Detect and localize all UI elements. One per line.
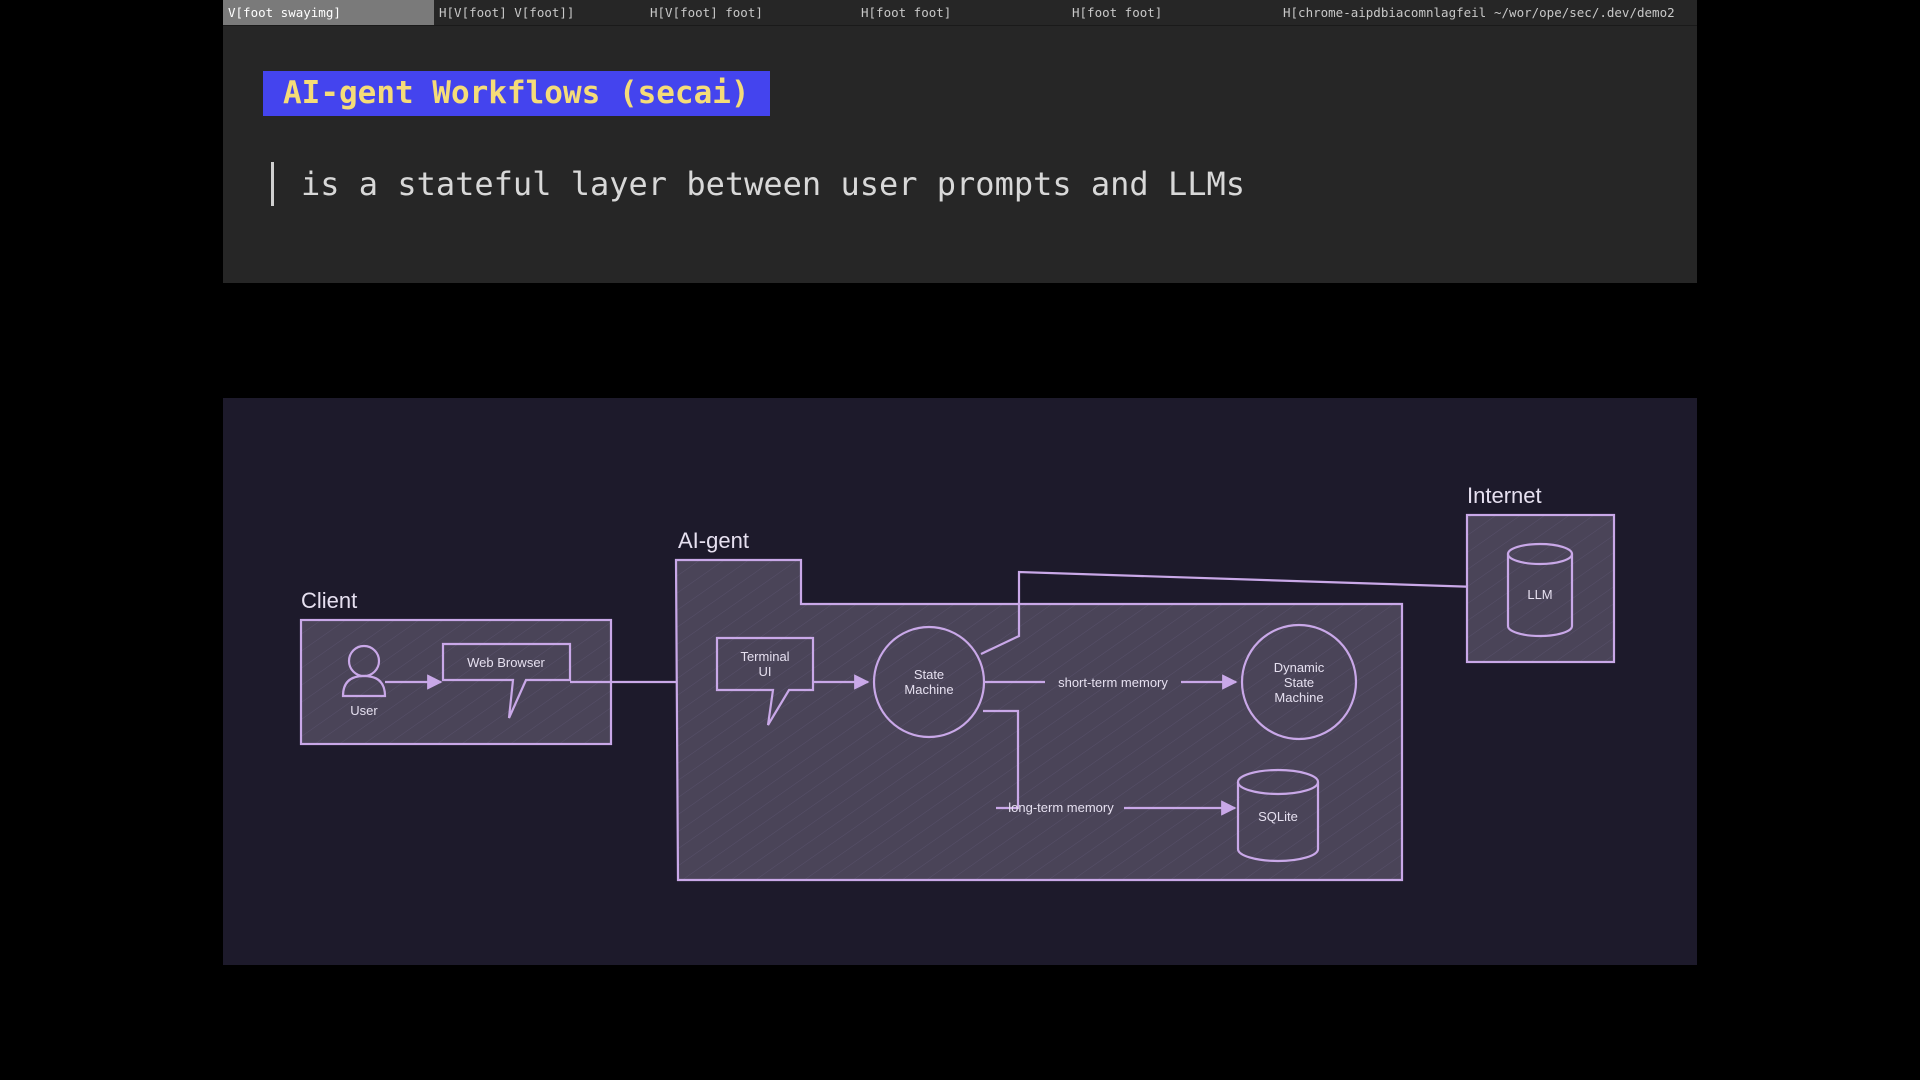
slide-title: AI-gent Workflows (secai) — [263, 71, 770, 116]
aigent-group-label: AI-gent — [678, 528, 749, 553]
state-machine-label-1: State — [914, 667, 944, 682]
tab-vfoot-vfoot[interactable]: H[V[foot] V[foot]] — [434, 0, 645, 25]
terminal-ui-label-2: UI — [759, 664, 772, 679]
dynamic-label-3: Machine — [1274, 690, 1323, 705]
terminal-ui-label-1: Terminal — [740, 649, 789, 664]
tab-foot-foot-1[interactable]: H[foot foot] — [856, 0, 1067, 25]
llm-label: LLM — [1527, 587, 1552, 602]
web-browser-label: Web Browser — [467, 655, 545, 670]
tab-bar: V[foot swayimg] H[V[foot] V[foot]] H[V[f… — [223, 0, 1697, 26]
tab-chrome[interactable]: H[chrome-aipdbiacomnlagfeil — [1278, 0, 1489, 25]
state-machine-label-2: Machine — [904, 682, 953, 697]
short-term-memory-label: short-term memory — [1058, 675, 1168, 690]
aigent-group-fill — [676, 560, 1402, 880]
tab-working-dir[interactable]: ~/wor/ope/sec/.dev/demo2 — [1489, 0, 1697, 25]
tab-foot-swayimg[interactable]: V[foot swayimg] — [223, 0, 434, 25]
internet-group-label: Internet — [1467, 483, 1542, 508]
tab-vfoot-foot[interactable]: H[V[foot] foot] — [645, 0, 856, 25]
long-term-memory-label: long-term memory — [1008, 800, 1114, 815]
sqlite-label: SQLite — [1258, 809, 1298, 824]
dynamic-label-1: Dynamic — [1274, 660, 1325, 675]
client-group-label: Client — [301, 588, 357, 613]
user-label: User — [350, 703, 378, 718]
tab-foot-foot-2[interactable]: H[foot foot] — [1067, 0, 1278, 25]
diagram-svg: Client User Web Browser AI-gent Terminal… — [299, 483, 1616, 882]
quote-bar — [271, 162, 274, 206]
dynamic-label-2: State — [1284, 675, 1314, 690]
terminal-window: V[foot swayimg] H[V[foot] V[foot]] H[V[f… — [223, 0, 1697, 283]
slide-quote: is a stateful layer between user prompts… — [301, 165, 1246, 203]
architecture-diagram: Client User Web Browser AI-gent Terminal… — [223, 398, 1697, 965]
